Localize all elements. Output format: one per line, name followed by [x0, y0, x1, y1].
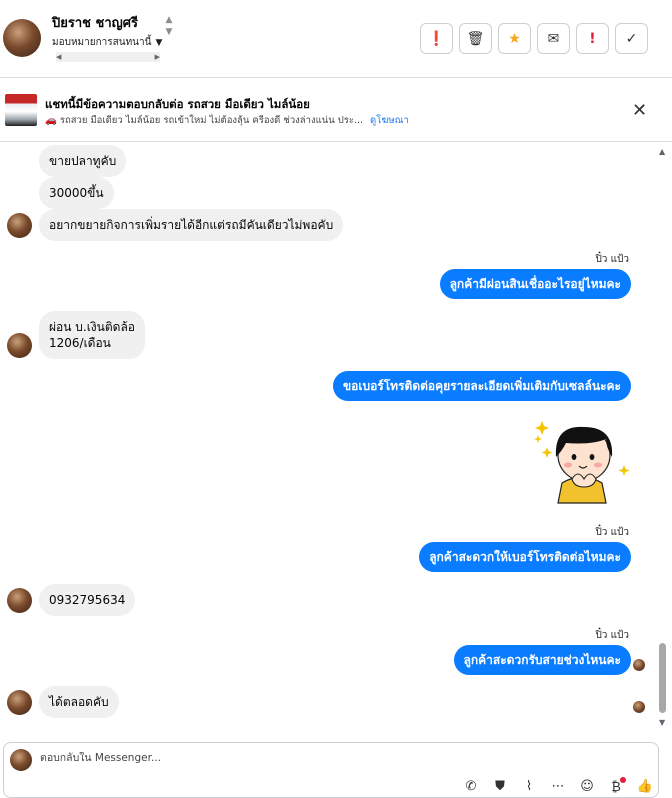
- scroll-left-icon[interactable]: ◀: [56, 53, 61, 61]
- message-incoming: 30000ขึ้น: [39, 177, 114, 209]
- vertical-stepper[interactable]: ▲ ▼: [162, 14, 176, 38]
- message-incoming: 0932795634: [39, 584, 136, 616]
- reply-composer: ✆ ⛊ ⌇ ⋯ ☺ ₿ 👍: [3, 742, 659, 798]
- view-ad-link[interactable]: ดูโฆษณา: [370, 115, 409, 126]
- info-button[interactable]: ❗: [420, 23, 453, 54]
- sender-name: ปิ๋ว แป้ว: [595, 630, 629, 641]
- ad-description: 🚗 รถสวย มือเดียว ไมล์น้อย รถเข้าใหม่ ไม่…: [45, 115, 364, 126]
- mail-icon: ✉: [547, 30, 560, 47]
- ad-subtitle: 🚗 รถสวย มือเดียว ไมล์น้อย รถเข้าใหม่ ไม่…: [45, 113, 409, 128]
- close-icon[interactable]: ✕: [632, 100, 647, 121]
- horizontal-scrollbar[interactable]: ◀ ▶: [56, 52, 160, 62]
- read-receipt-avatar: [633, 659, 645, 671]
- star-button[interactable]: ★: [498, 23, 531, 54]
- sender-avatar[interactable]: [7, 213, 32, 238]
- ad-title: แชทนี้มีข้อความตอบกลับต่อ รถสวย มือเดียว…: [45, 97, 310, 111]
- message-incoming: ได้ตลอดคับ: [39, 686, 119, 718]
- read-receipt-avatar: [633, 701, 645, 713]
- sender-name: ปิ๋ว แป้ว: [595, 527, 629, 538]
- delete-button[interactable]: 🗑: [459, 23, 492, 54]
- scroll-right-icon[interactable]: ▶: [155, 53, 160, 61]
- message-outgoing: ขอเบอร์โทรติดต่อคุยรายละเอียดเพิ่มเติมกั…: [332, 371, 631, 401]
- ad-thumbnail[interactable]: [5, 94, 37, 126]
- mark-unread-button[interactable]: ✉: [537, 23, 570, 54]
- sticker-girl[interactable]: [532, 413, 632, 505]
- trash-icon: 🗑: [466, 30, 485, 47]
- message-outgoing: ลูกค้าสะดวกให้เบอร์โทรติดต่อไหมคะ: [419, 542, 631, 572]
- assign-label: มอบหมายการสนทนานี้: [52, 37, 152, 48]
- message-incoming: ผ่อน บ.เงินติดล้อ 1206/เดือน: [39, 311, 145, 359]
- message-outgoing: ลูกค้าสะดวกรับสายช่วงไหนคะ: [453, 645, 631, 675]
- message-thread[interactable]: ขายปลาทูคับ 30000ขึ้น อยากขยายกิจการเพิ่…: [0, 143, 672, 740]
- scroll-down-icon[interactable]: ▼: [659, 718, 665, 727]
- sender-avatar[interactable]: [7, 333, 32, 358]
- message-line: 1206/เดือน: [49, 336, 111, 350]
- caret-down-icon: ▼: [155, 37, 163, 48]
- scroll-up-icon[interactable]: ▲: [659, 147, 665, 156]
- star-icon: ★: [508, 30, 521, 47]
- notification-dot: [620, 777, 626, 783]
- assign-conversation-dropdown[interactable]: มอบหมายการสนทนานี้ ▼: [52, 35, 162, 50]
- message-line: ผ่อน บ.เงินติดล้อ: [49, 320, 135, 334]
- mark-done-button[interactable]: ✓: [615, 23, 648, 54]
- alert-circle-icon: ❗: [427, 30, 446, 47]
- scrollbar-thumb[interactable]: [659, 643, 666, 713]
- contact-avatar[interactable]: [3, 19, 41, 57]
- thread-scrollbar[interactable]: ▲ ▼: [656, 143, 670, 735]
- scroll-down-icon[interactable]: ▼: [162, 26, 176, 38]
- message-outgoing: ลูกค้ามีผ่อนสินเชื่ออะไรอยู่ไหมคะ: [439, 269, 631, 299]
- spam-button[interactable]: !: [576, 23, 609, 54]
- sender-avatar[interactable]: [7, 690, 32, 715]
- conversation-actions: ❗ 🗑 ★ ✉ ! ✓: [420, 23, 648, 54]
- scroll-up-icon[interactable]: ▲: [162, 14, 176, 26]
- contact-name[interactable]: ปิยราช ชาญศรี: [52, 12, 138, 33]
- conversation-header: ปิยราช ชาญศรี มอบหมายการสนทนานี้ ▼ ◀ ▶ ▲…: [0, 0, 672, 78]
- sender-name: ปิ๋ว แป้ว: [595, 254, 629, 265]
- message-incoming: อยากขยายกิจการเพิ่มรายได้อีกแต่รถมีคันเด…: [39, 209, 344, 241]
- exclamation-icon: !: [589, 30, 596, 47]
- page-avatar: [10, 749, 32, 771]
- sender-avatar[interactable]: [7, 588, 32, 613]
- ad-context-banner: แชทนี้มีข้อความตอบกลับต่อ รถสวย มือเดียว…: [0, 79, 672, 142]
- reply-input[interactable]: [40, 752, 340, 764]
- message-incoming: ขายปลาทูคับ: [39, 145, 127, 177]
- check-icon: ✓: [625, 30, 638, 47]
